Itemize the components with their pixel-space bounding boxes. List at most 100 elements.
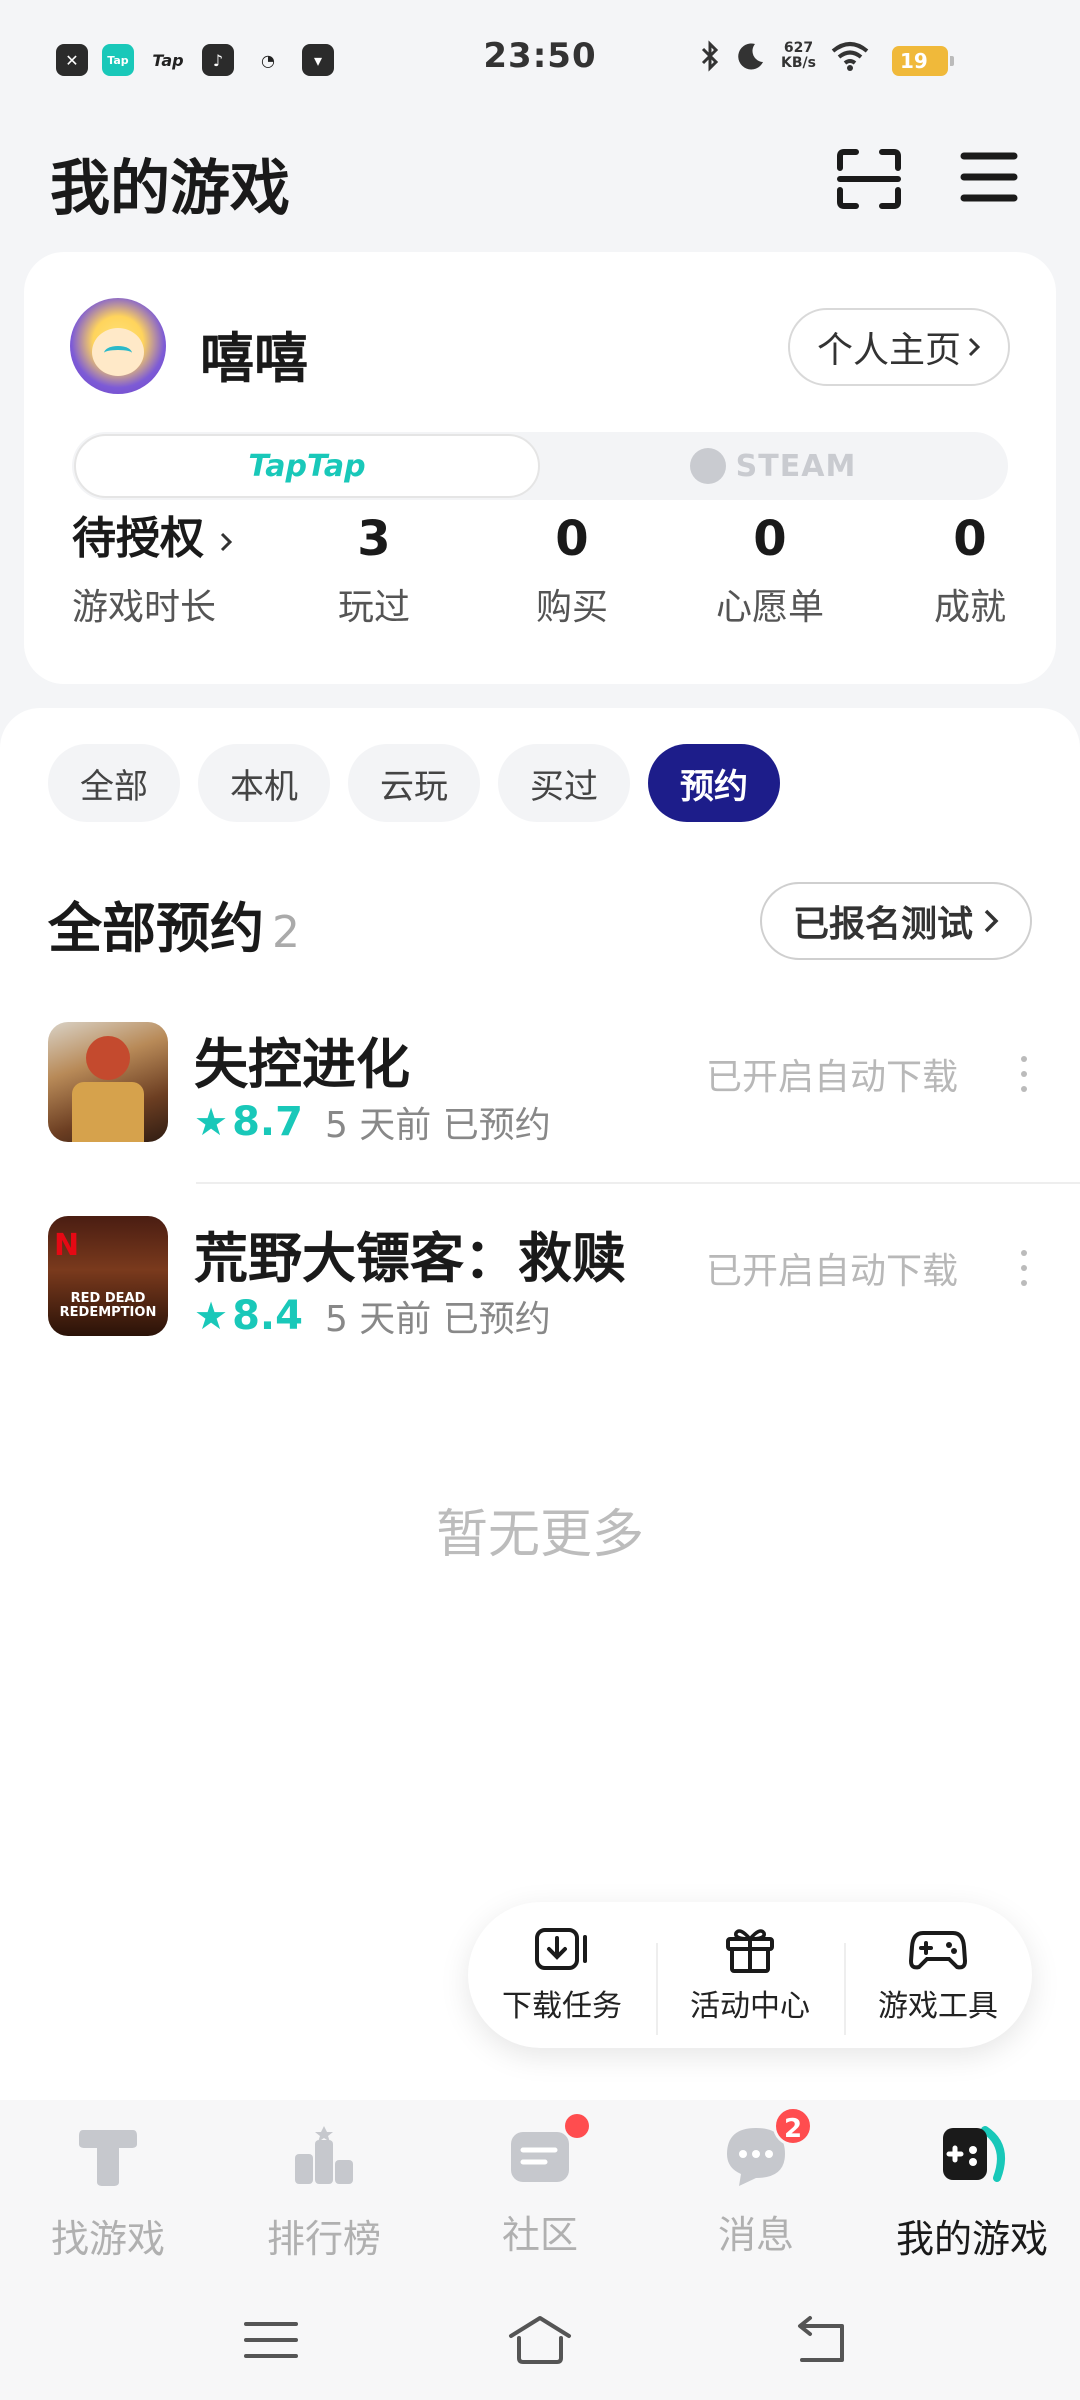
battery-indicator: 19 bbox=[892, 46, 954, 76]
back-icon[interactable] bbox=[786, 2310, 856, 2370]
section-title: 全部预约 2 bbox=[48, 884, 300, 963]
stat-wishlist[interactable]: 0 心愿单 bbox=[680, 504, 860, 630]
tab-taptap-label: TapTap bbox=[248, 448, 366, 484]
community-icon-wrap bbox=[505, 2114, 589, 2190]
ranking-icon bbox=[295, 2126, 353, 2184]
divider bbox=[196, 1182, 1080, 1184]
page-title: 我的游戏 bbox=[50, 154, 290, 224]
tab-steam-label: STEAM bbox=[735, 448, 857, 484]
homepage-button[interactable]: 个人主页 bbox=[788, 308, 1010, 386]
activity-center-button[interactable]: 活动中心 bbox=[656, 1925, 844, 2035]
nav-community[interactable]: 社区 bbox=[432, 2114, 648, 2259]
network-speed-value: 627 bbox=[783, 40, 814, 56]
chevron-right-icon bbox=[984, 909, 999, 933]
stat-label: 成就 bbox=[933, 587, 1006, 628]
star-icon: ★ bbox=[194, 1100, 229, 1144]
platform-switch: TapTap STEAM bbox=[72, 432, 1008, 500]
steam-icon bbox=[689, 448, 726, 484]
game-icon[interactable]: N RED DEAD REDEMPTION bbox=[48, 1216, 168, 1336]
nav-messages[interactable]: 2 消息 bbox=[648, 2106, 864, 2259]
tab-taptap[interactable]: TapTap bbox=[74, 434, 540, 498]
filter-all[interactable]: 全部 bbox=[48, 744, 180, 822]
section-count: 2 bbox=[272, 907, 300, 958]
do-not-disturb-moon-icon bbox=[738, 43, 764, 70]
stat-label: 心愿单 bbox=[715, 587, 824, 628]
game-rating: 8.7 bbox=[232, 1099, 303, 1145]
reserve-time: 5 天前 已预约 bbox=[324, 1299, 551, 1340]
more-options-icon[interactable] bbox=[1010, 1244, 1038, 1292]
wifi-icon bbox=[831, 42, 869, 71]
bluetooth-icon bbox=[701, 40, 719, 72]
stat-label: 玩过 bbox=[337, 587, 410, 628]
filter-cloud[interactable]: 云玩 bbox=[348, 744, 480, 822]
game-row[interactable]: N RED DEAD REDEMPTION 荒野大镖客：救赎 ★ 8.4 5 天… bbox=[0, 1206, 1080, 1400]
game-name: 荒野大镖客：救赎 bbox=[194, 1227, 626, 1290]
netflix-logo: N bbox=[54, 1228, 80, 1263]
my-games-icon bbox=[943, 2126, 1005, 2182]
stat-achievements[interactable]: 0 成就 bbox=[900, 504, 1040, 630]
download-task-label: 下载任务 bbox=[502, 1989, 622, 2024]
nav-label: 找游戏 bbox=[50, 2217, 165, 2261]
avatar[interactable] bbox=[70, 298, 166, 394]
filter-local[interactable]: 本机 bbox=[198, 744, 330, 822]
filter-bought[interactable]: 买过 bbox=[498, 744, 630, 822]
game-icon-title: RED DEAD REDEMPTION bbox=[59, 1291, 157, 1320]
game-tools-button[interactable]: 游戏工具 bbox=[844, 1925, 1032, 2035]
system-nav-bar bbox=[0, 2270, 1080, 2400]
stat-value: 0 bbox=[953, 511, 987, 567]
auth-status-label: 待授权 bbox=[72, 513, 204, 564]
download-task-button[interactable]: 下载任务 bbox=[468, 1925, 656, 2025]
message-badge: 2 bbox=[773, 2106, 813, 2146]
gamepad-icon bbox=[909, 1931, 967, 1970]
nav-ranking[interactable]: 排行榜 bbox=[216, 2120, 432, 2263]
section-title-text: 全部预约 bbox=[48, 897, 264, 960]
tab-steam[interactable]: STEAM bbox=[540, 434, 1006, 498]
game-icon[interactable] bbox=[48, 1022, 168, 1142]
network-speed-unit: KB/s bbox=[781, 55, 816, 71]
profile-card: 嘻嘻 个人主页 TapTap STEAM 待授权 游戏时长 3 玩过 0 购买 … bbox=[24, 252, 1056, 684]
floating-toolbar: 下载任务 活动中心 游戏工具 bbox=[468, 1902, 1032, 2048]
game-row[interactable]: 失控进化 ★ 8.7 5 天前 已预约 已开启自动下载 bbox=[0, 1012, 1080, 1206]
signed-test-button[interactable]: 已报名测试 bbox=[760, 882, 1032, 960]
menu-icon[interactable] bbox=[960, 150, 1018, 204]
nav-find-game[interactable]: 找游戏 bbox=[0, 2120, 216, 2263]
empty-hint: 暂无更多 bbox=[435, 1505, 644, 1565]
username: 嘻嘻 bbox=[200, 327, 308, 390]
stat-value: 0 bbox=[753, 511, 787, 567]
scan-icon[interactable] bbox=[836, 148, 902, 210]
find-game-icon bbox=[79, 2130, 137, 2186]
signed-test-label: 已报名测试 bbox=[792, 904, 973, 945]
stat-value: 0 bbox=[555, 511, 589, 567]
game-rating: 8.4 bbox=[232, 1293, 303, 1339]
game-meta: ★ 8.4 5 天前 已预约 bbox=[194, 1290, 551, 1342]
nav-label: 我的游戏 bbox=[895, 2217, 1048, 2261]
game-meta: ★ 8.7 5 天前 已预约 bbox=[194, 1096, 551, 1148]
filter-chips: 全部 本机 云玩 买过 预约 bbox=[48, 744, 780, 822]
nav-label: 消息 bbox=[717, 2213, 794, 2257]
reserve-time: 5 天前 已预约 bbox=[324, 1105, 551, 1146]
chevron-right-icon bbox=[221, 532, 233, 552]
notification-dot bbox=[565, 2114, 589, 2138]
more-options-icon[interactable] bbox=[1010, 1050, 1038, 1098]
network-speed: 627 KB/s bbox=[781, 41, 816, 71]
nav-label: 排行榜 bbox=[266, 2217, 381, 2261]
recent-apps-icon[interactable] bbox=[236, 2310, 306, 2370]
stat-value: 3 bbox=[357, 511, 391, 567]
nav-my-games[interactable]: 我的游戏 bbox=[864, 2120, 1080, 2263]
status-bar: ✕ Tap Tap ♪ ◔ ▾ 23:50 627 KB/s 19 bbox=[0, 0, 1080, 120]
game-name: 失控进化 bbox=[194, 1033, 410, 1096]
play-time-label: 游戏时长 bbox=[72, 587, 217, 628]
bottom-nav: 找游戏 排行榜 社区 2 消息 我的游戏 bbox=[0, 2100, 1080, 2270]
stat-purchased[interactable]: 0 购买 bbox=[502, 504, 642, 630]
stat-played[interactable]: 3 玩过 bbox=[304, 504, 444, 630]
chevron-right-icon bbox=[968, 337, 981, 357]
message-icon-wrap: 2 bbox=[721, 2106, 813, 2190]
activity-center-label: 活动中心 bbox=[690, 1989, 810, 2024]
play-time-stat[interactable]: 待授权 游戏时长 bbox=[72, 504, 242, 630]
star-icon: ★ bbox=[194, 1294, 229, 1338]
home-icon[interactable] bbox=[505, 2310, 575, 2370]
profile-stats: 待授权 游戏时长 3 玩过 0 购买 0 心愿单 0 成就 bbox=[24, 504, 1056, 644]
filter-reserved[interactable]: 预约 bbox=[648, 744, 780, 822]
stat-label: 购买 bbox=[535, 587, 608, 628]
auth-status: 待授权 bbox=[72, 504, 242, 574]
